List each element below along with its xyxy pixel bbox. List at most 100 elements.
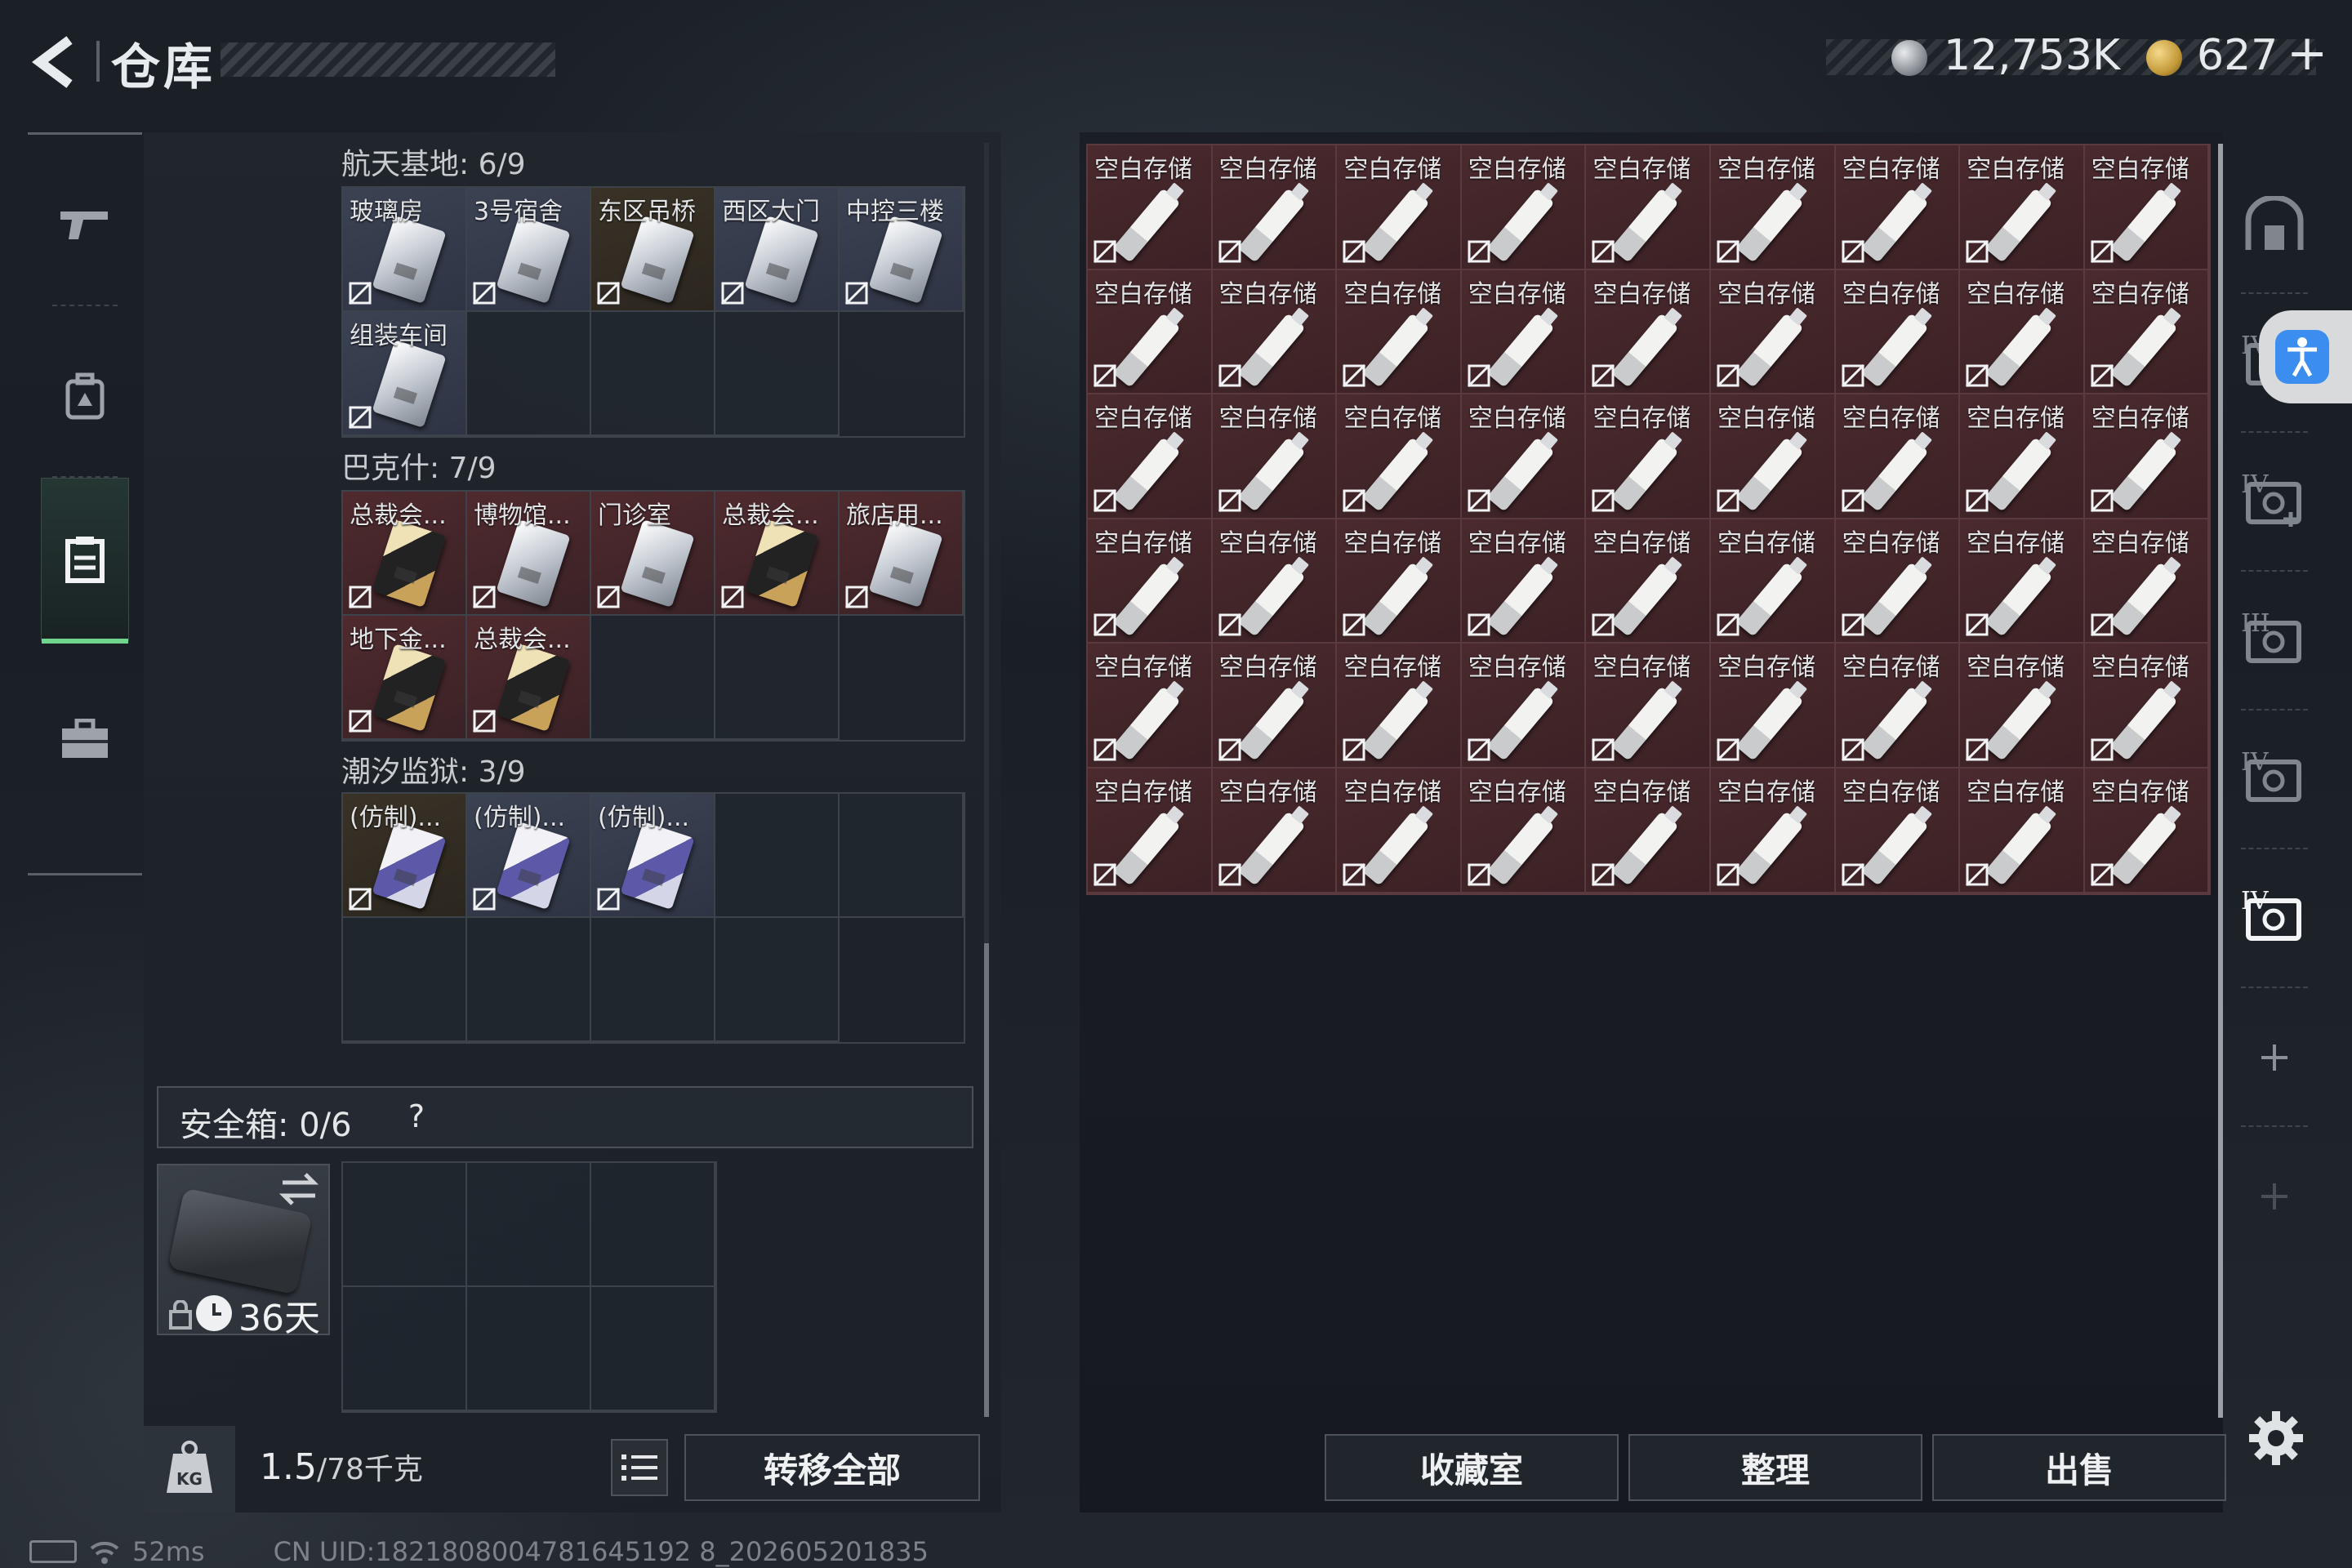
storage-tab-2[interactable]: IV — [2230, 433, 2319, 572]
keycard-slot[interactable]: 博物馆... — [467, 492, 591, 616]
storage-item[interactable]: 空白存储 — [1461, 519, 1587, 644]
empty-slot[interactable] — [591, 918, 715, 1042]
empty-slot[interactable] — [715, 616, 840, 740]
storage-item[interactable]: 空白存储 — [1835, 519, 1961, 644]
keycard-slot[interactable]: 总裁会... — [343, 492, 467, 616]
storage-item[interactable]: 空白存储 — [1960, 270, 2085, 395]
storage-item[interactable]: 空白存储 — [1337, 394, 1462, 519]
safebox-empty-slot[interactable] — [591, 1163, 715, 1287]
keycard-slot[interactable]: 中控三楼 — [840, 188, 964, 312]
storage-item[interactable]: 空白存储 — [1212, 270, 1338, 395]
empty-slot[interactable] — [467, 312, 591, 436]
nav-storage[interactable] — [41, 478, 129, 644]
storage-tab-7[interactable] — [2230, 1127, 2319, 1266]
storage-item[interactable]: 空白存储 — [1586, 519, 1711, 644]
storage-item[interactable]: 空白存储 — [1088, 519, 1213, 644]
keycard-slot[interactable]: 总裁会... — [715, 492, 840, 616]
empty-slot[interactable] — [467, 918, 591, 1042]
storage-item[interactable]: 空白存储 — [1212, 768, 1338, 893]
storage-item[interactable]: 空白存储 — [2084, 519, 2210, 644]
storage-item[interactable]: 空白存储 — [1960, 145, 2085, 270]
storage-item[interactable]: 空白存储 — [1337, 644, 1462, 768]
keycard-slot[interactable]: (仿制)... — [467, 794, 591, 918]
storage-item[interactable]: 空白存储 — [1835, 768, 1961, 893]
storage-item[interactable]: 空白存储 — [1212, 519, 1338, 644]
storage-item[interactable]: 空白存储 — [1835, 644, 1961, 768]
safebox-empty-slot[interactable] — [467, 1163, 591, 1287]
storage-item[interactable]: 空白存储 — [1960, 768, 2085, 893]
empty-slot[interactable] — [715, 312, 840, 436]
back-button[interactable] — [24, 31, 90, 92]
storage-item[interactable]: 空白存储 — [1461, 644, 1587, 768]
storage-item[interactable]: 空白存储 — [1586, 145, 1711, 270]
sort-button[interactable]: 整理 — [1628, 1434, 1922, 1501]
keycard-slot[interactable]: 门诊室 — [591, 492, 715, 616]
add-currency-button[interactable]: + — [2287, 24, 2328, 82]
safebox-empty-slot[interactable] — [467, 1287, 591, 1411]
storage-item[interactable]: 空白存储 — [1710, 768, 1836, 893]
keycard-slot[interactable]: 总裁会... — [467, 616, 591, 740]
settings-button[interactable] — [2247, 1410, 2305, 1467]
storage-item[interactable]: 空白存储 — [1212, 394, 1338, 519]
storage-item[interactable]: 空白存储 — [1586, 644, 1711, 768]
storage-item[interactable]: 空白存储 — [1461, 394, 1587, 519]
storage-item[interactable]: 空白存储 — [1835, 270, 1961, 395]
list-view-button[interactable] — [611, 1439, 668, 1496]
keycard-slot[interactable]: (仿制)... — [343, 794, 467, 918]
left-scrollbar[interactable] — [984, 943, 989, 1417]
storage-item[interactable]: 空白存储 — [1461, 145, 1587, 270]
empty-slot[interactable] — [715, 918, 840, 1042]
keycard-slot[interactable]: (仿制)... — [591, 794, 715, 918]
keycard-slot[interactable]: 旅店用... — [840, 492, 964, 616]
nav-weapons[interactable] — [41, 143, 129, 306]
storage-item[interactable]: 空白存储 — [1088, 145, 1213, 270]
storage-item[interactable]: 空白存储 — [1960, 519, 2085, 644]
nav-backpack[interactable] — [41, 314, 129, 478]
safebox-empty-slot[interactable] — [343, 1287, 467, 1411]
empty-slot[interactable] — [591, 616, 715, 740]
storage-tab-0[interactable] — [2230, 155, 2319, 294]
safebox-empty-slot[interactable] — [343, 1163, 467, 1287]
storage-tab-3[interactable]: III — [2230, 572, 2319, 710]
empty-slot[interactable] — [715, 794, 840, 918]
storage-tab-4[interactable]: IV — [2230, 710, 2319, 849]
collection-room-button[interactable]: 收藏室 — [1325, 1434, 1619, 1501]
storage-item[interactable]: 空白存储 — [2084, 768, 2210, 893]
storage-item[interactable]: 空白存储 — [1461, 270, 1587, 395]
storage-item[interactable]: 空白存储 — [1337, 768, 1462, 893]
storage-item[interactable]: 空白存储 — [1710, 145, 1836, 270]
transfer-all-button[interactable]: 转移全部 — [684, 1434, 980, 1501]
keycard-slot[interactable]: 3号宿舍 — [467, 188, 591, 312]
storage-item[interactable]: 空白存储 — [1088, 644, 1213, 768]
swap-button[interactable] — [278, 1168, 320, 1210]
storage-item[interactable]: 空白存储 — [2084, 394, 2210, 519]
storage-item[interactable]: 空白存储 — [1088, 394, 1213, 519]
storage-item[interactable]: 空白存储 — [1710, 519, 1836, 644]
storage-item[interactable]: 空白存储 — [1337, 519, 1462, 644]
storage-item[interactable]: 空白存储 — [1710, 270, 1836, 395]
storage-item[interactable]: 空白存储 — [1088, 270, 1213, 395]
keycard-slot[interactable]: 东区吊桥 — [591, 188, 715, 312]
storage-item[interactable]: 空白存储 — [1835, 394, 1961, 519]
storage-scrollbar[interactable] — [2218, 144, 2223, 1418]
sell-button[interactable]: 出售 — [1932, 1434, 2226, 1501]
storage-tab-6[interactable] — [2230, 988, 2319, 1127]
storage-item[interactable]: 空白存储 — [2084, 270, 2210, 395]
storage-item[interactable]: 空白存储 — [1212, 145, 1338, 270]
keycard-slot[interactable]: 组装车间 — [343, 312, 467, 436]
storage-item[interactable]: 空白存储 — [1337, 270, 1462, 395]
safebox-help-button[interactable]: ? — [399, 1098, 434, 1134]
empty-slot[interactable] — [840, 794, 964, 918]
storage-item[interactable]: 空白存储 — [1586, 394, 1711, 519]
storage-item[interactable]: 空白存储 — [1710, 394, 1836, 519]
storage-item[interactable]: 空白存储 — [1586, 768, 1711, 893]
keycard-slot[interactable]: 玻璃房 — [343, 188, 467, 312]
storage-item[interactable]: 空白存储 — [1710, 644, 1836, 768]
storage-item[interactable]: 空白存储 — [1835, 145, 1961, 270]
storage-item[interactable]: 空白存储 — [2084, 145, 2210, 270]
storage-item[interactable]: 空白存储 — [1088, 768, 1213, 893]
storage-item[interactable]: 空白存储 — [1586, 270, 1711, 395]
storage-item[interactable]: 空白存储 — [1461, 768, 1587, 893]
empty-slot[interactable] — [591, 312, 715, 436]
storage-item[interactable]: 空白存储 — [1960, 644, 2085, 768]
